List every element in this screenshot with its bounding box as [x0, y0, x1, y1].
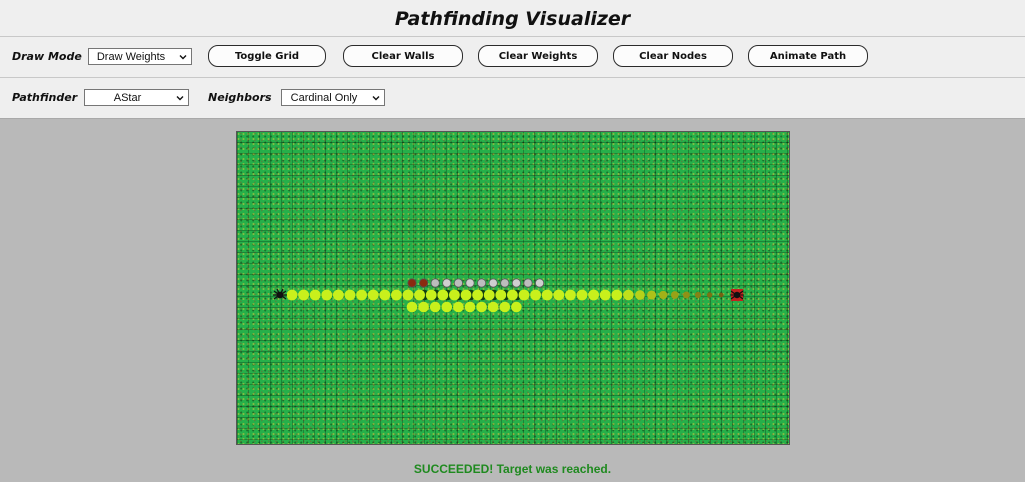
neighbors-select[interactable]: Cardinal Only: [281, 89, 385, 106]
animate-path-button[interactable]: Animate Path: [748, 45, 868, 67]
path-node: [286, 289, 298, 301]
path-node: [309, 289, 321, 301]
path-node: [565, 289, 576, 301]
path-node: [599, 289, 611, 301]
draw-mode-select[interactable]: Draw Weights: [88, 48, 192, 65]
path-node: [541, 289, 553, 301]
path-node: [611, 289, 623, 301]
chevron-down-icon: [372, 96, 380, 101]
path-node: [694, 291, 702, 299]
path-node: [553, 289, 565, 301]
page-title: Pathfinding Visualizer: [394, 8, 631, 30]
app-root: Pathfinding Visualizer Draw Mode Draw We…: [0, 0, 1025, 482]
frontier-node: [477, 278, 487, 288]
open-node: [487, 301, 499, 313]
path-node: [670, 291, 679, 299]
path-node: [414, 289, 425, 301]
path-node: [576, 289, 588, 301]
clear-weights-button[interactable]: Clear Weights: [478, 45, 598, 67]
draw-mode-value: Draw Weights: [96, 50, 166, 63]
toolbar-row-draw: Draw Mode Draw Weights Toggle Grid Clear…: [0, 36, 1025, 77]
clear-nodes-button[interactable]: Clear Nodes: [613, 45, 733, 67]
path-node: [437, 289, 449, 301]
path-node: [333, 289, 344, 301]
chevron-down-icon: [176, 96, 184, 101]
target-icon: [730, 290, 744, 300]
open-node: [441, 301, 453, 313]
open-node: [406, 301, 418, 313]
frontier-node: [442, 278, 452, 288]
frontier-node: [407, 278, 417, 288]
title-bar: Pathfinding Visualizer: [0, 0, 1025, 36]
frontier-node: [465, 278, 475, 288]
target-node[interactable]: [730, 289, 744, 301]
path-node: [391, 289, 402, 301]
pathfinding-grid[interactable]: [236, 131, 790, 445]
pathfinder-label: Pathfinder: [12, 91, 78, 104]
path-node: [706, 292, 713, 298]
path-node: [623, 289, 634, 301]
path-node: [298, 289, 309, 301]
frontier-node: [500, 278, 510, 288]
grid-overlay: [273, 278, 744, 313]
path-node: [530, 289, 541, 301]
clear-walls-button[interactable]: Clear Walls: [343, 45, 463, 67]
open-node: [418, 301, 429, 313]
path-node: [635, 290, 645, 300]
open-node: [499, 301, 511, 313]
path-node: [449, 289, 460, 301]
path-node: [647, 290, 657, 300]
open-node: [429, 301, 441, 313]
path-node: [495, 289, 507, 301]
toolbar-row-settings: Pathfinder AStar Neighbors Cardinal Only: [0, 77, 1025, 119]
open-node: [464, 301, 476, 313]
path-node: [367, 289, 379, 301]
path-node: [718, 292, 724, 298]
path-node: [344, 289, 356, 301]
open-node: [453, 301, 464, 313]
pathfinder-select[interactable]: AStar: [84, 89, 189, 106]
path-node: [402, 289, 414, 301]
path-node: [321, 289, 333, 301]
frontier-node: [511, 278, 521, 288]
toggle-grid-button[interactable]: Toggle Grid: [208, 45, 326, 67]
neighbors-value: Cardinal Only: [290, 91, 358, 104]
path-node: [356, 289, 367, 301]
path-node: [507, 289, 518, 301]
start-node[interactable]: [273, 288, 287, 300]
frontier-node: [523, 278, 533, 288]
spider-icon: [273, 288, 287, 300]
path-node: [425, 289, 437, 301]
neighbors-label: Neighbors: [208, 91, 272, 104]
status-message: SUCCEEDED! Target was reached.: [413, 462, 612, 476]
path-node: [379, 289, 391, 301]
frontier-node: [534, 278, 545, 288]
path-node: [483, 289, 495, 301]
path-node: [682, 291, 690, 299]
frontier-node: [488, 278, 498, 288]
draw-mode-label: Draw Mode: [12, 50, 82, 63]
path-node: [518, 289, 530, 301]
path-node: [472, 289, 483, 301]
path-node: [659, 290, 668, 300]
pathfinder-value: AStar: [113, 91, 142, 104]
frontier-node: [419, 278, 429, 288]
path-node: [460, 289, 472, 301]
frontier-node: [430, 278, 440, 288]
open-node: [476, 301, 487, 313]
path-node: [588, 289, 599, 301]
frontier-node: [453, 278, 463, 288]
chevron-down-icon: [179, 55, 187, 60]
open-node: [511, 301, 522, 313]
